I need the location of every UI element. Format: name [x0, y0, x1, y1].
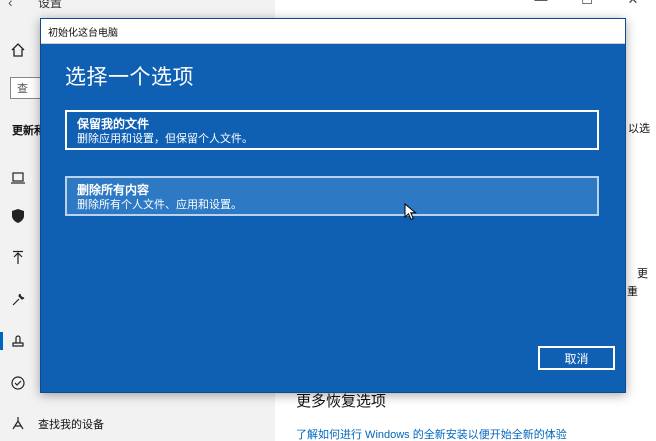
- app-title: 设置: [38, 0, 63, 10]
- keep-my-files-option[interactable]: 保留我的文件 删除应用和设置，但保留个人文件。: [65, 110, 599, 150]
- option-title: 删除所有内容: [77, 183, 150, 197]
- more-recovery-heading: 更多恢复选项: [296, 393, 387, 410]
- option-description: 删除应用和设置，但保留个人文件。: [77, 133, 253, 145]
- mouse-cursor-icon: [404, 203, 417, 221]
- find-my-device-label[interactable]: 查找我的设备: [38, 416, 104, 432]
- find-my-device-icon[interactable]: [8, 413, 28, 433]
- delivery-optimization-icon[interactable]: [8, 168, 28, 188]
- reset-pc-dialog: 初始化这台电脑 选择一个选项 保留我的文件 删除应用和设置，但保留个人文件。 删…: [40, 18, 626, 393]
- dialog-titlebar: 初始化这台电脑: [41, 19, 625, 44]
- partial-text-right-mid-1: 更: [637, 268, 648, 280]
- fresh-start-link[interactable]: 了解如何进行 Windows 的全新安装以便开始全新的体验: [296, 426, 567, 441]
- backup-icon[interactable]: [8, 248, 28, 268]
- remove-everything-option[interactable]: 删除所有内容 删除所有个人文件、应用和设置。: [65, 176, 599, 216]
- cancel-button[interactable]: 取消: [538, 346, 615, 370]
- window-controls: — ☐ ✕: [518, 0, 656, 8]
- active-nav-marker: [0, 332, 3, 350]
- option-description: 删除所有个人文件、应用和设置。: [77, 199, 242, 211]
- option-title: 保留我的文件: [77, 117, 150, 131]
- dialog-heading: 选择一个选项: [65, 66, 194, 89]
- maximize-button[interactable]: ☐: [564, 0, 610, 8]
- screen: ‹ 设置 查 更新和 查找我的设备 —: [0, 0, 656, 441]
- close-button[interactable]: ✕: [610, 0, 656, 8]
- home-icon[interactable]: [8, 40, 28, 60]
- dialog-window-title: 初始化这台电脑: [48, 28, 118, 39]
- partial-text-right-top: 以选: [628, 123, 650, 135]
- activation-icon[interactable]: [8, 373, 28, 393]
- back-button[interactable]: ‹: [8, 0, 13, 10]
- recovery-icon[interactable]: [8, 331, 28, 351]
- windows-security-icon[interactable]: [8, 206, 28, 226]
- troubleshoot-icon[interactable]: [8, 290, 28, 310]
- partial-text-right-mid-2: 重: [627, 286, 638, 298]
- minimize-button[interactable]: —: [518, 0, 564, 8]
